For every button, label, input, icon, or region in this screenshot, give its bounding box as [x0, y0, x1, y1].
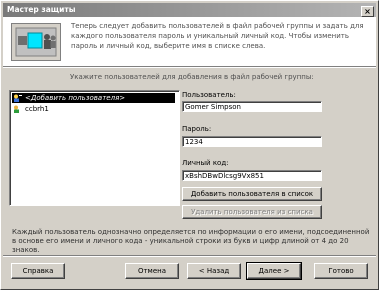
user-name-input[interactable]: Gomer Simpson: [182, 101, 322, 112]
footer-description: Каждый пользователь однозначно определяе…: [12, 228, 370, 254]
next-button[interactable]: Далее >: [246, 262, 302, 280]
bottom-separator: [3, 255, 376, 257]
personal-id-label: Личный код:: [182, 159, 229, 167]
password-input[interactable]: 1234: [182, 136, 322, 147]
cancel-button[interactable]: Отмена: [125, 263, 179, 279]
list-item[interactable]: ccbrh1: [12, 104, 49, 114]
list-item-label: <Добавить пользователя>: [25, 94, 126, 102]
user-icon: [13, 105, 22, 113]
instruction-text: Укажите пользователей для добавления в ф…: [70, 73, 314, 81]
header-panel: Теперь следует добавить пользователей в …: [3, 17, 376, 66]
list-item-label: ccbrh1: [25, 105, 49, 113]
user-listbox[interactable]: <Добавить пользователя> ccbrh1: [9, 90, 180, 206]
add-user-button[interactable]: Добавить пользователя в список: [182, 187, 322, 201]
close-button[interactable]: ×: [361, 6, 374, 17]
header-separator: [3, 66, 376, 68]
user-add-icon: [13, 94, 22, 102]
help-button[interactable]: Справка: [11, 263, 65, 279]
user-name-label: Пользователь:: [182, 91, 236, 99]
security-wizard-icon: [11, 23, 61, 61]
finish-button[interactable]: Готово: [314, 263, 368, 279]
password-label: Пароль:: [182, 125, 212, 133]
window-title: Мастер защиты: [7, 5, 76, 14]
personal-id-input[interactable]: xBshDBwDlcsg9Vx851: [182, 170, 322, 181]
header-description: Теперь следует добавить пользователей в …: [71, 22, 364, 50]
title-bar[interactable]: Мастер защиты ×: [3, 3, 376, 17]
wizard-window: Мастер защиты × Теперь следует добавить …: [0, 0, 379, 290]
list-item[interactable]: <Добавить пользователя>: [12, 93, 175, 103]
remove-user-button[interactable]: Удалить пользователя из списка: [182, 205, 322, 219]
back-button[interactable]: < Назад: [187, 263, 241, 279]
